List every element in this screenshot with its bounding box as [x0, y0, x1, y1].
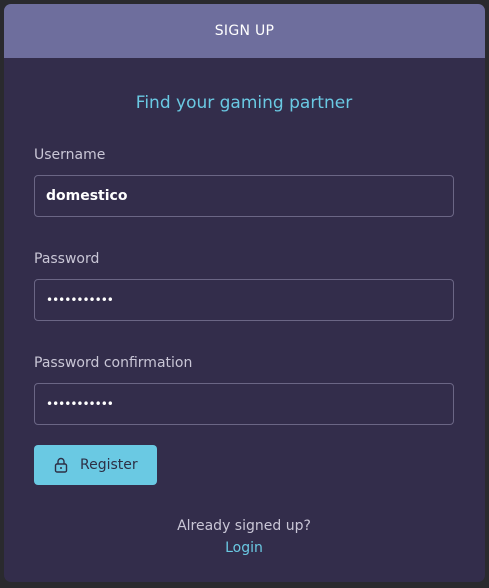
username-value: domestico	[46, 188, 128, 204]
password-input[interactable]: •••••••••••	[34, 279, 454, 321]
username-label: Username	[34, 147, 106, 163]
login-link[interactable]: Login	[225, 540, 263, 556]
password-confirmation-value: •••••••••••	[46, 397, 114, 411]
password-confirmation-label: Password confirmation	[34, 355, 193, 371]
lock-icon	[54, 457, 68, 473]
password-label: Password	[34, 251, 100, 267]
register-label: Register	[80, 457, 138, 473]
username-input[interactable]: domestico	[34, 175, 454, 217]
password-confirmation-input[interactable]: •••••••••••	[34, 383, 454, 425]
signin-prompt: Already signed up? Login	[34, 518, 454, 556]
signup-form: Find your gaming partner Username domest…	[4, 93, 485, 556]
password-value: •••••••••••	[46, 293, 114, 307]
register-button[interactable]: Register	[34, 445, 157, 485]
tagline: Find your gaming partner	[135, 93, 353, 113]
header-title: SIGN UP	[214, 23, 275, 39]
already-signed-up-text: Already signed up?	[177, 518, 311, 534]
signup-card: SIGN UP Find your gaming partner Usernam…	[4, 4, 485, 582]
card-header: SIGN UP	[4, 4, 485, 58]
